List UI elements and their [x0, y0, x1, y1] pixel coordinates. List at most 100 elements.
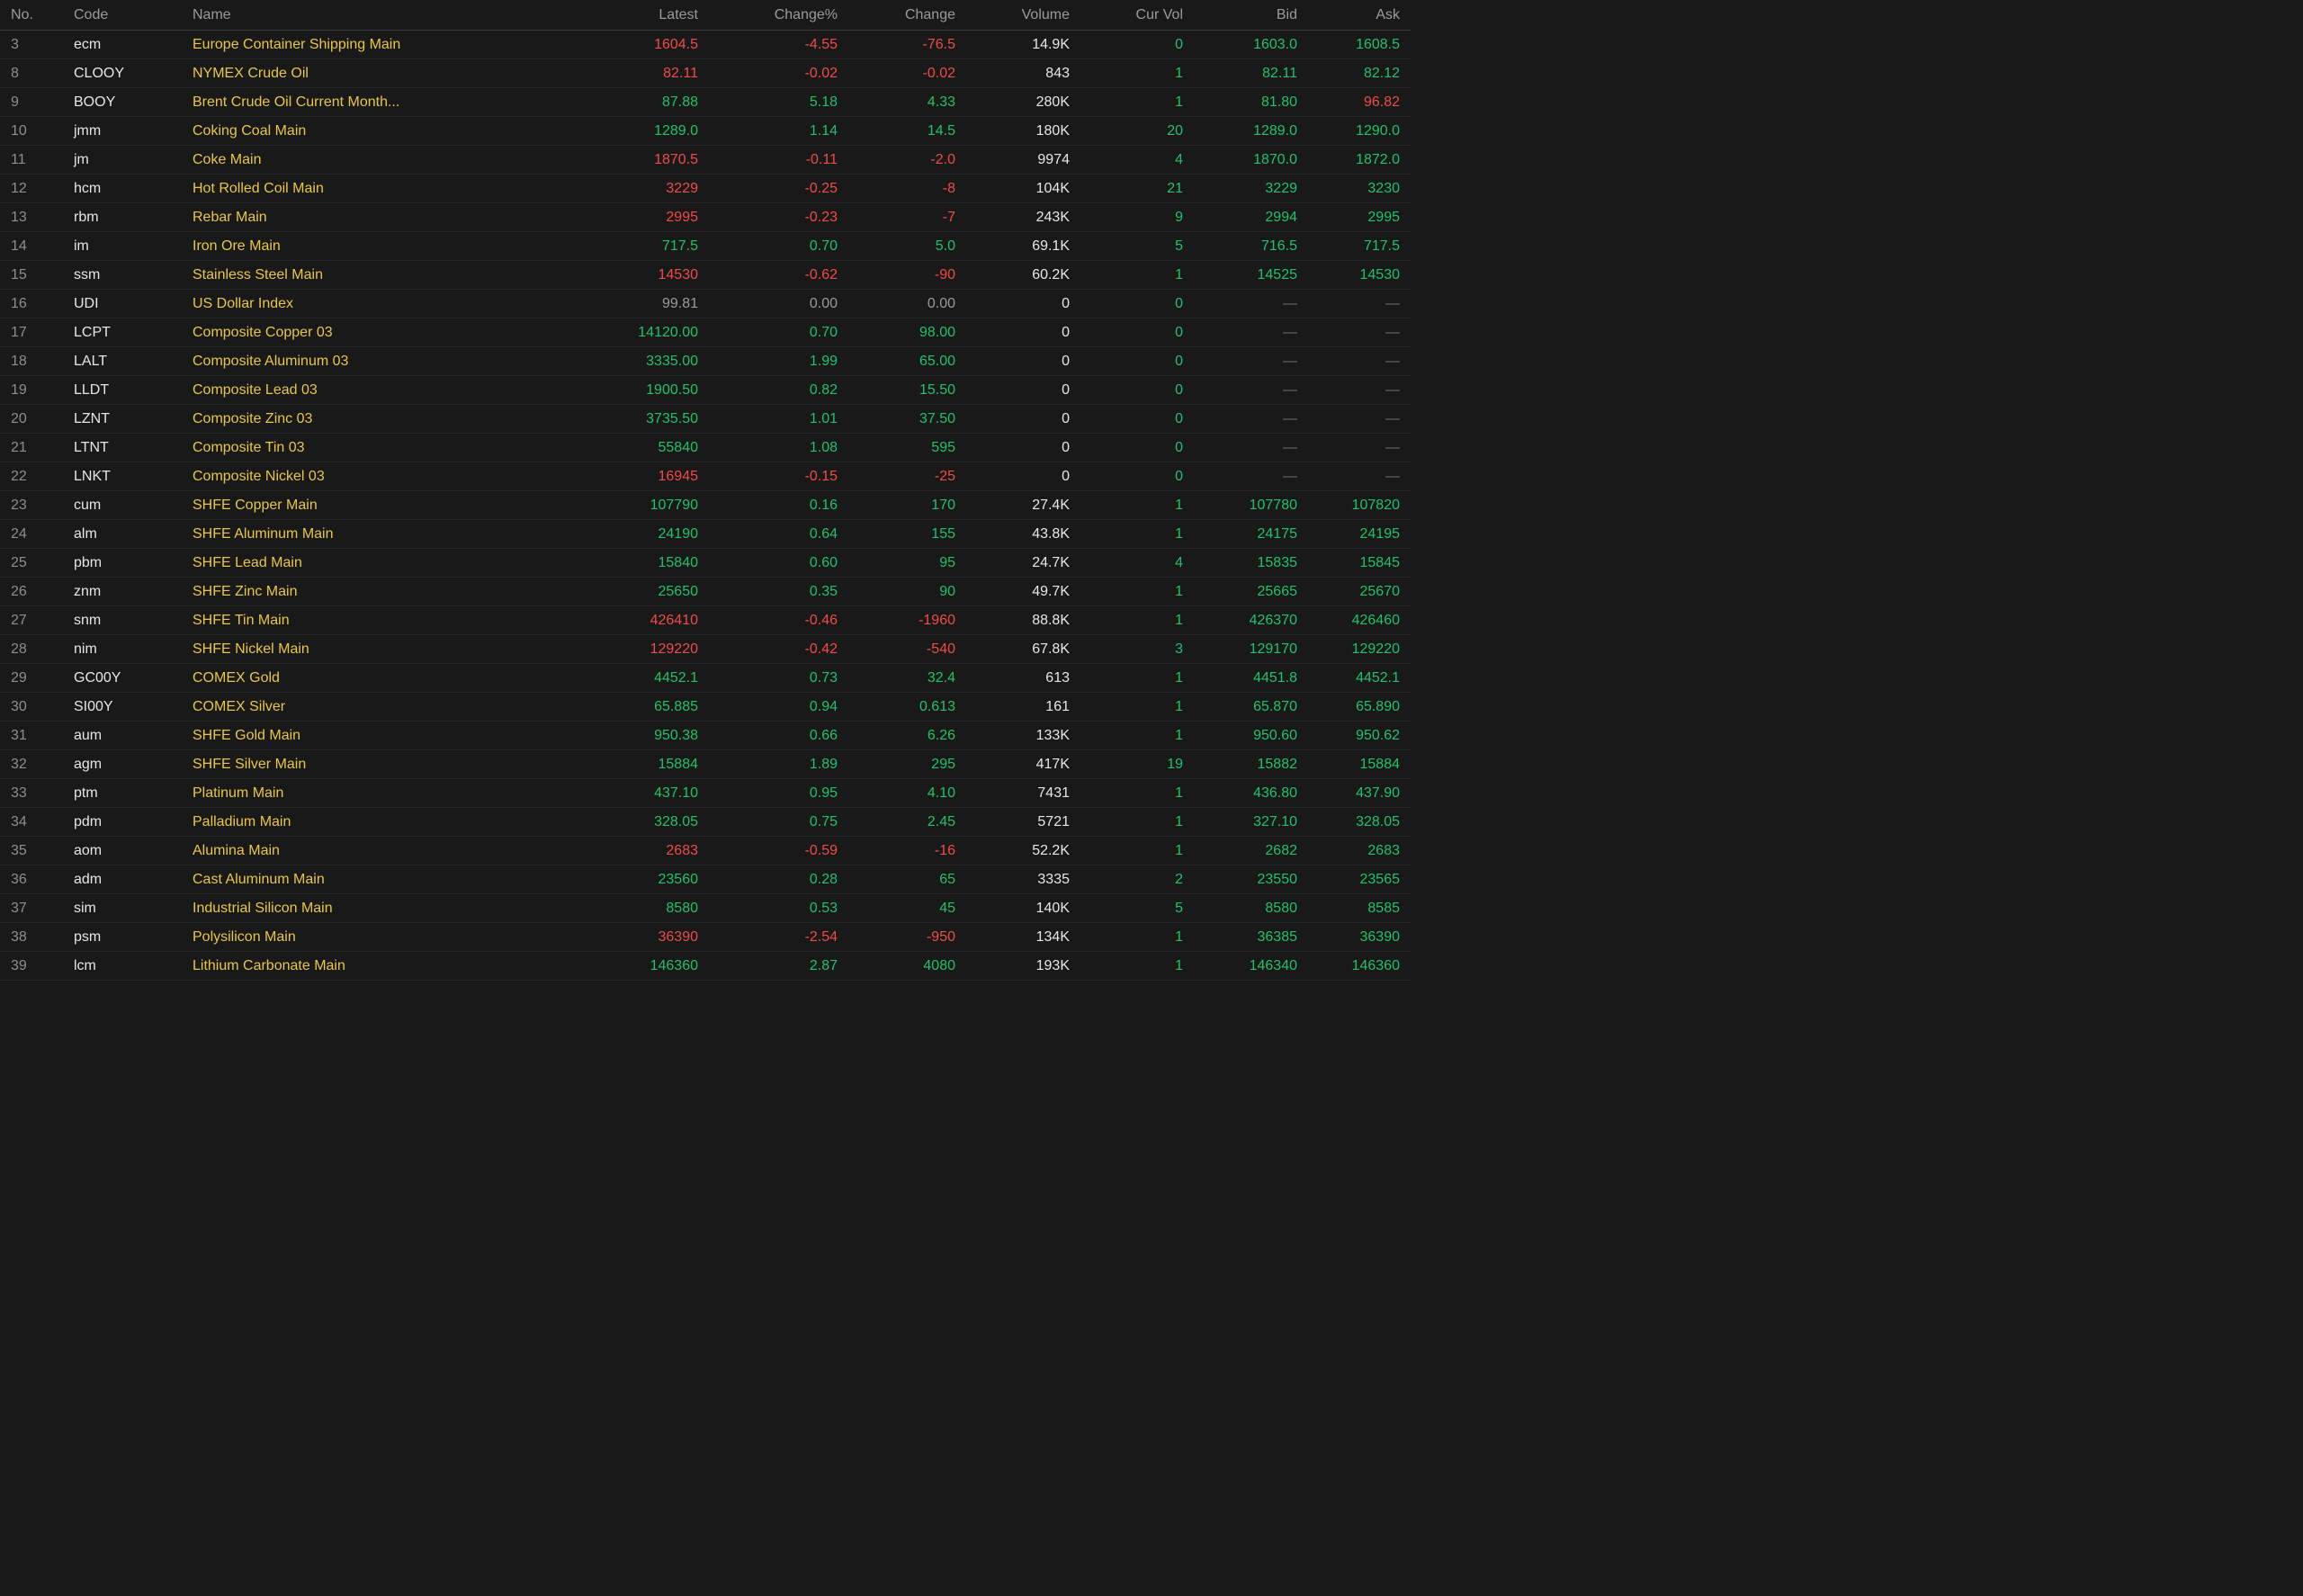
cell-code: SI00Y	[72, 692, 191, 722]
cell-latest: 99.81	[583, 289, 698, 318]
cell-ask: —	[1297, 318, 1411, 347]
cell-volume: 67.8K	[955, 634, 1070, 664]
table-row[interactable]: 29 GC00Y COMEX Gold 4452.1 0.73 32.4 613 1 4451.…	[0, 663, 1411, 693]
table-row[interactable]: 32 agm SHFE Silver Main 15884 1.89 295 417K 19 1…	[0, 749, 1411, 779]
cell-volume: 134K	[955, 922, 1070, 952]
cell-code: nim	[72, 634, 191, 664]
table-row[interactable]: 15 ssm Stainless Steel Main 14530 -0.62 -90 60…	[0, 260, 1411, 290]
table-row[interactable]: 20 LZNT Composite Zinc 03 3735.50 1.01 37.50 0…	[0, 404, 1411, 434]
cell-bid: 25665	[1183, 577, 1297, 606]
cell-name: SHFE Nickel Main	[191, 634, 583, 664]
cell-volume: 243K	[955, 202, 1070, 232]
cell-cur-vol: 4	[1070, 145, 1183, 175]
cell-change-pct: 5.18	[698, 87, 838, 117]
table-row[interactable]: 30 SI00Y COMEX Silver 65.885 0.94 0.613 161 1 65…	[0, 692, 1411, 722]
cell-change-pct: 0.35	[698, 577, 838, 606]
cell-change: -950	[838, 922, 955, 952]
cell-ask: 3230	[1297, 174, 1411, 203]
table-row[interactable]: 19 LLDT Composite Lead 03 1900.50 0.82 15.50 0…	[0, 375, 1411, 405]
table-row[interactable]: 33 ptm Platinum Main 437.10 0.95 4.10 7431 1 436…	[0, 778, 1411, 808]
column-header-latest[interactable]: Latest	[583, 0, 698, 31]
cell-code: LTNT	[72, 433, 191, 462]
cell-latest: 8580	[583, 893, 698, 923]
cell-ask: 14530	[1297, 260, 1411, 290]
table-row[interactable]: 22 LNKT Composite Nickel 03 16945 -0.15 -25 0 0…	[0, 462, 1411, 491]
cell-no: 16	[0, 289, 72, 318]
table-row[interactable]: 26 znm SHFE Zinc Main 25650 0.35 90 49.7K 1 2566…	[0, 577, 1411, 606]
table-row[interactable]: 38 psm Polysilicon Main 36390 -2.54 -950 134K 1…	[0, 922, 1411, 952]
column-header-bid[interactable]: Bid	[1183, 0, 1297, 31]
cell-bid: 24175	[1183, 519, 1297, 549]
cell-ask: —	[1297, 346, 1411, 376]
table-row[interactable]: 24 alm SHFE Aluminum Main 24190 0.64 155 43.8K…	[0, 519, 1411, 549]
cell-no: 24	[0, 519, 72, 549]
table-row[interactable]: 23 cum SHFE Copper Main 107790 0.16 170 27.4K 1…	[0, 490, 1411, 520]
cell-change: -540	[838, 634, 955, 664]
cell-name: SHFE Aluminum Main	[191, 519, 583, 549]
column-header-ask[interactable]: Ask	[1297, 0, 1411, 31]
cell-bid: 107780	[1183, 490, 1297, 520]
column-header-change-pct[interactable]: Change%	[698, 0, 838, 31]
table-row[interactable]: 21 LTNT Composite Tin 03 55840 1.08 595 0 0— —	[0, 433, 1411, 462]
table-row[interactable]: 36 adm Cast Aluminum Main 23560 0.28 65 3335 2 2…	[0, 865, 1411, 894]
table-row[interactable]: 27 snm SHFE Tin Main 426410 -0.46 -1960 88.8K 1…	[0, 605, 1411, 635]
cell-change-pct: 0.28	[698, 865, 838, 894]
cell-change-pct: 0.64	[698, 519, 838, 549]
table-row[interactable]: 12 hcm Hot Rolled Coil Main 3229 -0.25 -8 104K…	[0, 174, 1411, 203]
cell-bid: 1289.0	[1183, 116, 1297, 146]
cell-change: 37.50	[838, 404, 955, 434]
table-row[interactable]: 18 LALT Composite Aluminum 03 3335.00 1.99 65…	[0, 346, 1411, 376]
table-row[interactable]: 28 nim SHFE Nickel Main 129220 -0.42 -540 67.8…	[0, 634, 1411, 664]
table-row[interactable]: 8 CLOOY NYMEX Crude Oil 82.11 -0.02 -0.02 843 1…	[0, 58, 1411, 88]
column-header-change[interactable]: Change	[838, 0, 955, 31]
cell-name: Palladium Main	[191, 807, 583, 837]
table-row[interactable]: 17 LCPT Composite Copper 03 14120.00 0.70 98.…	[0, 318, 1411, 347]
cell-no: 38	[0, 922, 72, 952]
table-row[interactable]: 16 UDI US Dollar Index 99.81 0.00 0.00 0 0— —	[0, 289, 1411, 318]
cell-bid: 950.60	[1183, 721, 1297, 750]
cell-code: LLDT	[72, 375, 191, 405]
table-row[interactable]: 14 im Iron Ore Main 717.5 0.70 5.0 69.1K 5 716.5…	[0, 231, 1411, 261]
cell-no: 27	[0, 605, 72, 635]
table-row[interactable]: 25 pbm SHFE Lead Main 15840 0.60 95 24.7K 4 1583…	[0, 548, 1411, 578]
cell-cur-vol: 1	[1070, 605, 1183, 635]
cell-change-pct: 0.70	[698, 231, 838, 261]
table-row[interactable]: 11 jm Coke Main 1870.5 -0.11 -2.0 9974 4 1870.0 1…	[0, 145, 1411, 175]
cell-change-pct: 0.16	[698, 490, 838, 520]
cell-volume: 0	[955, 346, 1070, 376]
cell-bid: —	[1183, 404, 1297, 434]
cell-change: 32.4	[838, 663, 955, 693]
cell-ask: 107820	[1297, 490, 1411, 520]
column-header-name[interactable]: Name	[191, 0, 583, 31]
table-row[interactable]: 37 sim Industrial Silicon Main 8580 0.53 45 14…	[0, 893, 1411, 923]
cell-bid: 146340	[1183, 951, 1297, 981]
cell-volume: 24.7K	[955, 548, 1070, 578]
table-row[interactable]: 39 lcm Lithium Carbonate Main 146360 2.87 408…	[0, 951, 1411, 981]
column-header-volume[interactable]: Volume	[955, 0, 1070, 31]
table-row[interactable]: 3 ecm Europe Container Shipping Main 1604.5…	[0, 30, 1411, 59]
cell-ask: 129220	[1297, 634, 1411, 664]
table-row[interactable]: 31 aum SHFE Gold Main 950.38 0.66 6.26 133K 1 95…	[0, 721, 1411, 750]
table-row[interactable]: 35 aom Alumina Main 2683 -0.59 -16 52.2K 1 2682 2…	[0, 836, 1411, 865]
cell-change: 98.00	[838, 318, 955, 347]
cell-ask: —	[1297, 433, 1411, 462]
cell-change-pct: 1.89	[698, 749, 838, 779]
table-row[interactable]: 10 jmm Coking Coal Main 1289.0 1.14 14.5 180K 2…	[0, 116, 1411, 146]
cell-latest: 1900.50	[583, 375, 698, 405]
column-header-code[interactable]: Code	[72, 0, 191, 31]
cell-change: -0.02	[838, 58, 955, 88]
cell-change: 14.5	[838, 116, 955, 146]
table-row[interactable]: 9 BOOY Brent Crude Oil Current Month... 87.…	[0, 87, 1411, 117]
column-header-cur-vol[interactable]: Cur Vol	[1070, 0, 1183, 31]
column-header-no[interactable]: No.	[0, 0, 72, 31]
cell-bid: 2682	[1183, 836, 1297, 865]
cell-code: rbm	[72, 202, 191, 232]
cell-latest: 2995	[583, 202, 698, 232]
cell-latest: 82.11	[583, 58, 698, 88]
cell-code: jmm	[72, 116, 191, 146]
cell-cur-vol: 1	[1070, 692, 1183, 722]
table-row[interactable]: 34 pdm Palladium Main 328.05 0.75 2.45 5721 1 32…	[0, 807, 1411, 837]
cell-bid: 716.5	[1183, 231, 1297, 261]
table-row[interactable]: 13 rbm Rebar Main 2995 -0.23 -7 243K 9 2994 2995	[0, 202, 1411, 232]
cell-volume: 0	[955, 318, 1070, 347]
